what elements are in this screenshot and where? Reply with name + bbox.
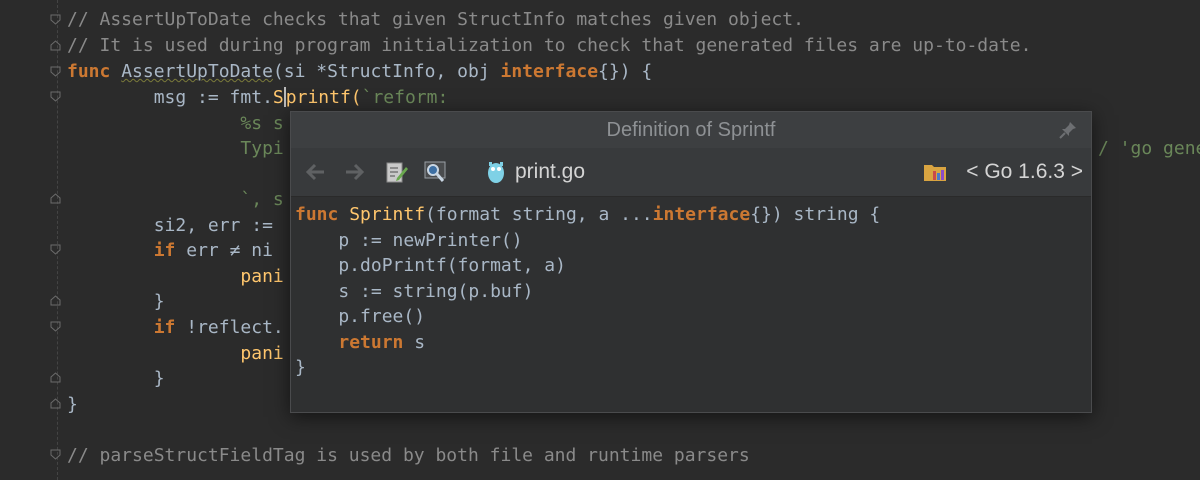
if-reflect-condition: !reflect. xyxy=(175,317,284,338)
fold-marker-icon[interactable] xyxy=(50,14,61,25)
fold-marker-icon[interactable] xyxy=(50,66,61,77)
keyword-if: if xyxy=(153,240,176,261)
sdk-version-nav[interactable]: < Go 1.6.3 > xyxy=(966,160,1083,184)
def-line: p.doPrintf(format, a) xyxy=(295,255,566,276)
editor-gutter xyxy=(0,0,66,480)
file-name-label: print.go xyxy=(515,160,586,183)
keyword-return: return xyxy=(338,331,404,353)
keyword-func: func xyxy=(295,204,339,225)
code-line-brace[interactable]: } xyxy=(67,366,165,392)
def-line-return: return s xyxy=(295,330,880,356)
code-line-panic[interactable]: pani xyxy=(67,264,284,290)
string-end: `, s xyxy=(240,189,284,210)
return-value: s xyxy=(403,331,426,353)
params-end: {}) string { xyxy=(750,204,881,225)
keyword-interface: interface xyxy=(500,61,599,82)
fold-marker-icon[interactable] xyxy=(50,449,61,460)
fold-marker-icon[interactable] xyxy=(50,91,61,102)
code-line-if-reflect[interactable]: if !reflect. xyxy=(67,315,284,341)
code-line-string[interactable]: `, s xyxy=(67,187,284,213)
fold-marker-icon[interactable] xyxy=(50,398,61,409)
params: (si *StructInfo, obj xyxy=(272,61,501,82)
fold-marker-icon[interactable] xyxy=(50,321,61,332)
closing-brace: } xyxy=(153,368,165,389)
closing-brace: } xyxy=(67,394,78,415)
edit-source-icon[interactable] xyxy=(385,160,409,184)
pin-icon[interactable] xyxy=(1059,121,1077,139)
fold-marker-icon[interactable] xyxy=(50,295,61,306)
fold-marker-icon[interactable] xyxy=(50,372,61,383)
string-literal: `reform: xyxy=(361,87,449,108)
sprintf-call-b[interactable]: printf( xyxy=(286,87,362,108)
code-line-func-signature[interactable]: func AssertUpToDate(si *StructInfo, obj … xyxy=(67,59,652,85)
fold-marker-icon[interactable] xyxy=(50,40,61,51)
params: (format string, a ... xyxy=(425,204,653,225)
definition-code[interactable]: func Sprintf(format string, a ...interfa… xyxy=(295,202,880,381)
def-line: s := string(p.buf) xyxy=(295,280,534,302)
library-folder-icon xyxy=(923,160,947,184)
code-line-if-err[interactable]: if err ≠ ni xyxy=(67,238,273,264)
show-find-usages-icon[interactable] xyxy=(423,160,447,184)
keyword-if: if xyxy=(153,317,176,338)
keyword-interface: interface xyxy=(652,204,751,225)
popup-title: Definition of Sprintf xyxy=(291,112,1091,148)
code-line-comment[interactable]: // parseStructFieldTag is used by both f… xyxy=(67,443,750,469)
popup-toolbar: print.go < Go 1.6.3 > xyxy=(291,148,1091,197)
sprintf-call-a: S xyxy=(272,87,284,108)
keyword-func: func xyxy=(67,61,111,82)
code-line-msg[interactable]: msg := fmt.S printf(`reform: xyxy=(67,85,448,111)
code-line-panic[interactable]: pani xyxy=(67,341,284,367)
function-name: Sprintf xyxy=(349,204,426,225)
code-line-comment[interactable]: // It is used during program initializat… xyxy=(67,33,1032,59)
code-line-brace[interactable]: } xyxy=(67,392,78,418)
if-err-condition: err ≠ ni xyxy=(175,240,273,261)
back-arrow-icon[interactable] xyxy=(303,160,327,184)
definition-popup[interactable]: Definition of Sprintf print.go < Go 1.6.… xyxy=(290,111,1092,413)
fold-marker-icon[interactable] xyxy=(50,244,61,255)
code-line-string[interactable]: %s s xyxy=(67,111,284,137)
overflow-string-text: / 'go gene xyxy=(1098,138,1200,159)
def-line: p := newPrinter() xyxy=(295,229,523,251)
code-line-si2[interactable]: si2, err := xyxy=(67,213,273,239)
closing-brace: } xyxy=(153,291,165,312)
params-end: {}) { xyxy=(598,61,653,82)
fold-marker-icon[interactable] xyxy=(50,193,61,204)
code-line-comment[interactable]: // AssertUpToDate checks that given Stru… xyxy=(67,7,804,33)
go-file-icon xyxy=(484,160,508,184)
function-name[interactable]: AssertUpToDate xyxy=(121,61,273,82)
msg-prefix: msg := fmt. xyxy=(153,87,273,108)
si2-assign: si2, err := xyxy=(153,215,273,236)
forward-arrow-icon[interactable] xyxy=(343,160,367,184)
def-line: p.free() xyxy=(295,306,426,327)
string-line-1: %s s xyxy=(240,113,284,134)
code-line-string[interactable]: Typi xyxy=(67,136,284,162)
code-line-brace[interactable]: } xyxy=(67,289,165,315)
panic-call: pani xyxy=(240,343,284,364)
def-line-brace: } xyxy=(295,357,306,378)
panic-call: pani xyxy=(240,266,284,287)
string-line-2: Typi xyxy=(240,138,284,159)
def-line-signature: func Sprintf(format string, a ...interfa… xyxy=(295,202,880,228)
